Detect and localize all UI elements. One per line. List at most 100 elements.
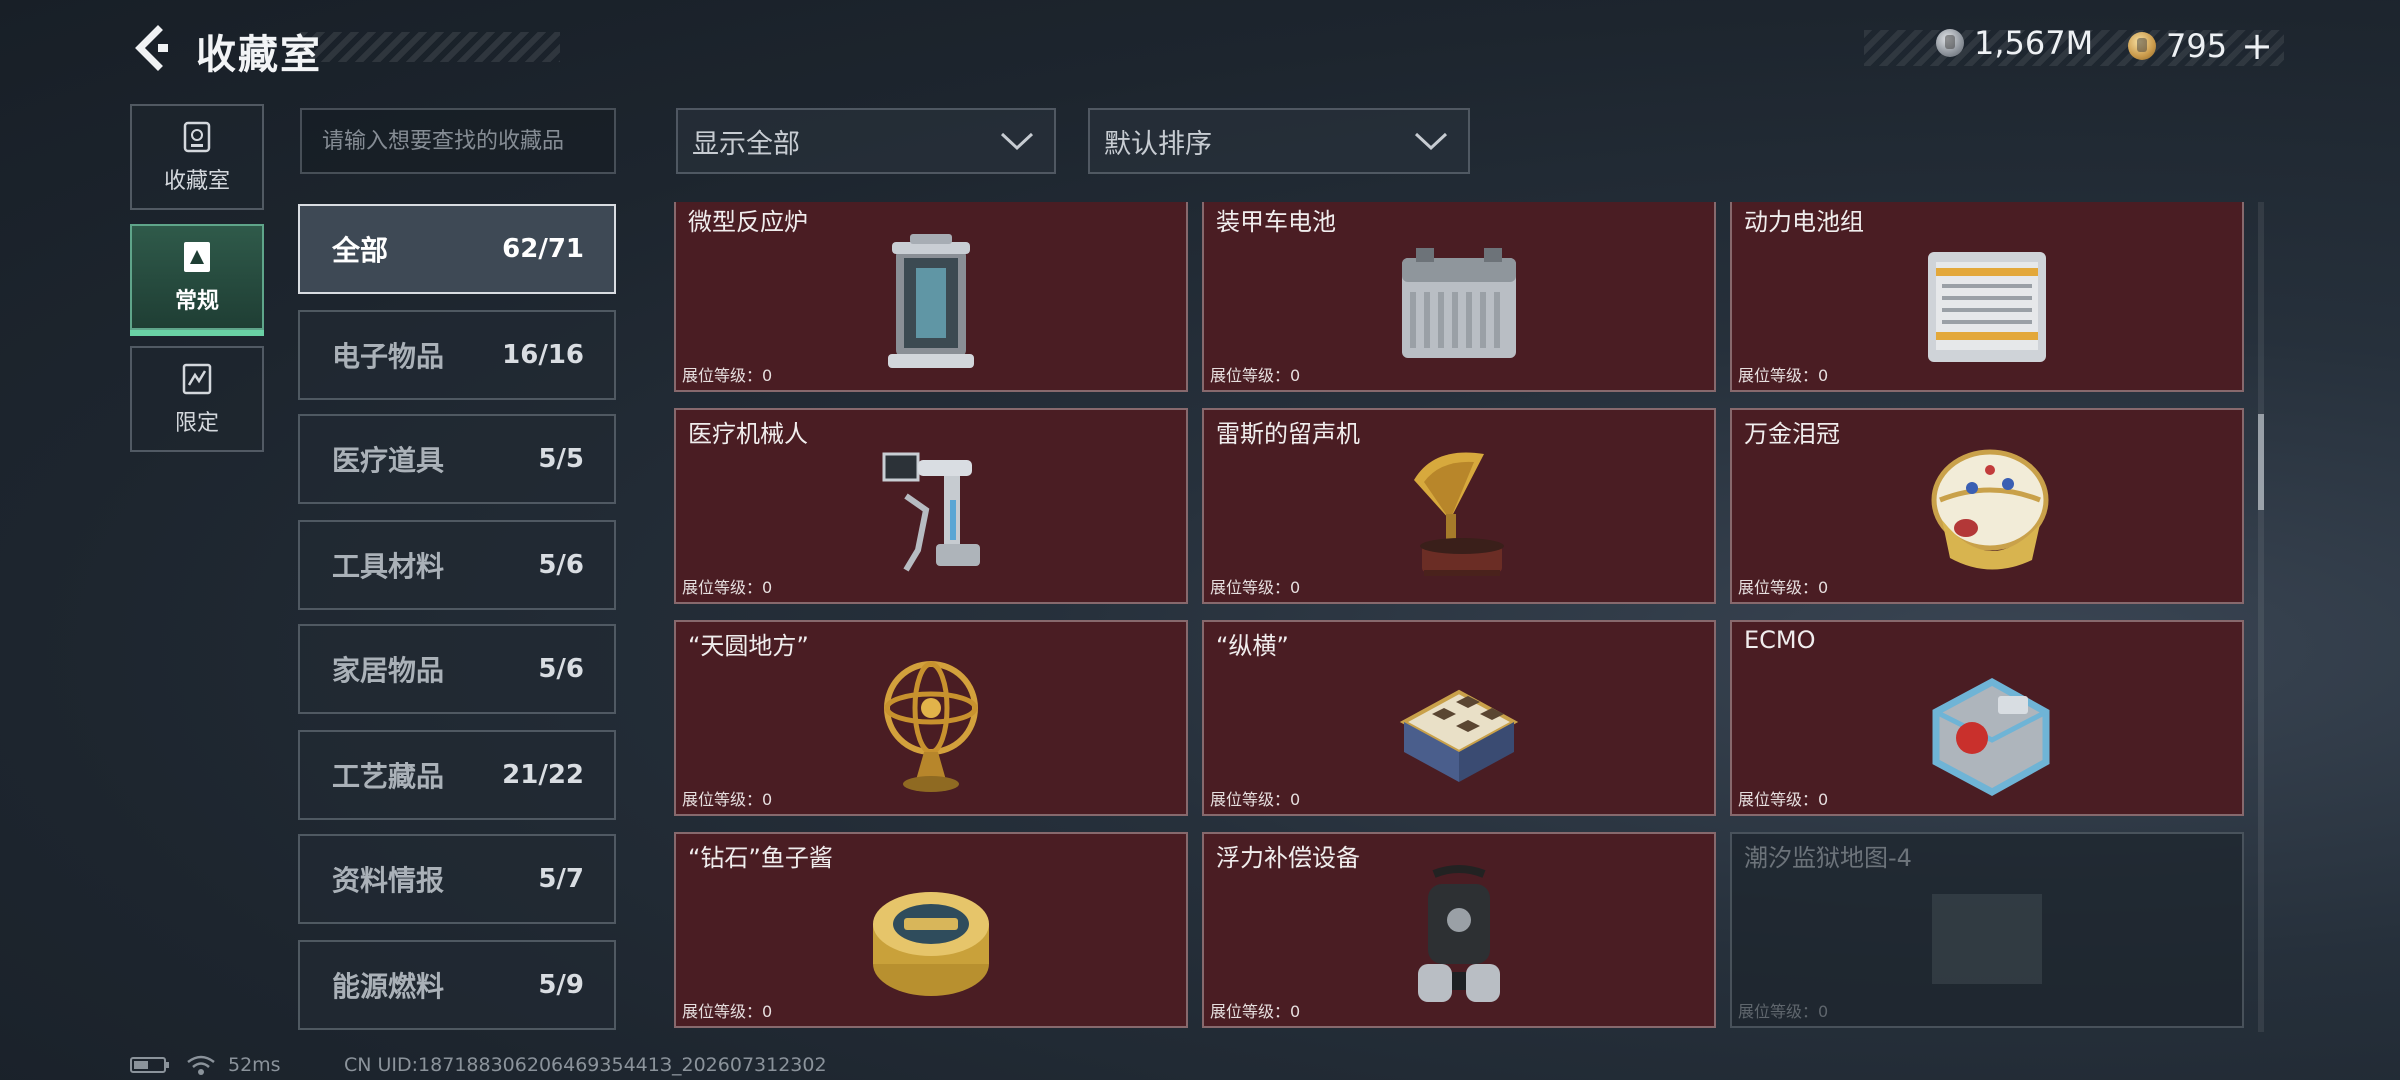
collection-card[interactable]: 浮力补偿设备 展位等级：0 bbox=[1202, 832, 1716, 1028]
booth-level-value: 0 bbox=[762, 790, 773, 809]
item-name: 雷斯的留声机 bbox=[1216, 420, 1360, 448]
category-count: 5/5 bbox=[538, 444, 584, 474]
collection-card[interactable]: “钻石”鱼子酱 展位等级：0 bbox=[674, 832, 1188, 1028]
category-name: 家居物品 bbox=[332, 654, 445, 687]
category-count: 21/22 bbox=[502, 760, 584, 790]
item-name: 医疗机械人 bbox=[688, 420, 808, 448]
category-household[interactable]: 家居物品 5/6 bbox=[298, 624, 616, 714]
booth-level-value: 0 bbox=[1290, 578, 1301, 597]
booth-level-value: 0 bbox=[1818, 578, 1829, 597]
collection-card[interactable]: “纵横” 展位等级：0 bbox=[1202, 620, 1716, 816]
item-name: 动力电池组 bbox=[1744, 208, 1864, 236]
category-name: 资料情报 bbox=[332, 864, 445, 897]
search-input[interactable] bbox=[300, 108, 616, 174]
collection-card[interactable]: ECMO 展位等级：0 bbox=[1730, 620, 2244, 816]
collection-grid: 微型反应炉 展位等级：0 装甲车电池 展位等级：0 动力电池组 展位等级：0 医… bbox=[674, 202, 2244, 1036]
booth-level: 展位等级：0 bbox=[682, 574, 772, 598]
booth-level-label: 展位等级： bbox=[1210, 578, 1291, 597]
nav-tab-collection-room[interactable]: 收藏室 bbox=[130, 104, 264, 210]
collection-card[interactable]: 微型反应炉 展位等级：0 bbox=[674, 202, 1188, 392]
booth-level-label: 展位等级： bbox=[682, 1002, 763, 1021]
booth-level-label: 展位等级： bbox=[682, 790, 763, 809]
booth-level: 展位等级：0 bbox=[1210, 574, 1300, 598]
item-name: 装甲车电池 bbox=[1216, 208, 1336, 236]
collection-card[interactable]: 动力电池组 展位等级：0 bbox=[1730, 202, 2244, 392]
booth-level-label: 展位等级： bbox=[1738, 366, 1819, 385]
collection-card[interactable]: “天圆地方” 展位等级：0 bbox=[674, 620, 1188, 816]
booth-level: 展位等级：0 bbox=[1738, 786, 1828, 810]
gold-currency[interactable]: 795 + bbox=[2128, 24, 2273, 68]
chess-box-icon bbox=[1399, 689, 1519, 782]
collection-card-locked[interactable]: 潮汐监狱地图-4 展位等级：0 bbox=[1730, 832, 2244, 1028]
booth-level-value: 0 bbox=[762, 578, 773, 597]
active-tab-indicator bbox=[130, 330, 264, 336]
buoyancy-compensator-icon bbox=[1418, 865, 1500, 1002]
show-filter-value: 显示全部 bbox=[692, 128, 800, 160]
booth-level-label: 展位等级： bbox=[1738, 1002, 1819, 1021]
nav-tab-label: 收藏室 bbox=[163, 169, 230, 194]
item-name: 微型反应炉 bbox=[688, 208, 808, 236]
collection-card[interactable]: 医疗机械人 展位等级：0 bbox=[674, 408, 1188, 604]
sort-dropdown[interactable]: 默认排序 bbox=[1088, 108, 1470, 174]
category-electronics[interactable]: 电子物品 16/16 bbox=[298, 310, 616, 400]
booth-level-value: 0 bbox=[1818, 366, 1829, 385]
booth-level: 展位等级：0 bbox=[1210, 362, 1300, 386]
collection-card[interactable]: 装甲车电池 展位等级：0 bbox=[1202, 202, 1716, 392]
status-bar: 52ms bbox=[130, 1054, 281, 1076]
nav-tab-regular[interactable]: 常规 bbox=[130, 224, 264, 336]
silver-coin-icon bbox=[1936, 29, 1964, 57]
booth-level-label: 展位等级： bbox=[682, 366, 763, 385]
category-intel[interactable]: 资料情报 5/7 bbox=[298, 834, 616, 924]
category-count: 5/6 bbox=[538, 654, 584, 684]
grid-scrollbar[interactable] bbox=[2258, 202, 2264, 1032]
item-name: 浮力补偿设备 bbox=[1216, 844, 1360, 872]
item-name: “天圆地方” bbox=[688, 632, 809, 660]
add-currency-button[interactable]: + bbox=[2241, 24, 2273, 68]
nav-tab-label: 限定 bbox=[174, 411, 219, 436]
regular-icon bbox=[184, 242, 210, 272]
jeweled-egg-crown-icon bbox=[1931, 449, 2049, 570]
booth-level: 展位等级：0 bbox=[1738, 574, 1828, 598]
item-name: “纵横” bbox=[1216, 632, 1289, 660]
category-count: 62/71 bbox=[502, 234, 584, 264]
silver-currency-value: 1,567M bbox=[1974, 24, 2094, 62]
back-button[interactable] bbox=[128, 24, 176, 72]
collection-card[interactable]: 万金泪冠 展位等级：0 bbox=[1730, 408, 2244, 604]
booth-level: 展位等级：0 bbox=[1738, 362, 1828, 386]
booth-level-value: 0 bbox=[762, 366, 773, 385]
collection-room-icon bbox=[183, 121, 211, 153]
category-count: 5/6 bbox=[538, 550, 584, 580]
booth-level-label: 展位等级： bbox=[1738, 578, 1819, 597]
category-all[interactable]: 全部 62/71 bbox=[298, 204, 616, 294]
category-count: 16/16 bbox=[502, 340, 584, 370]
show-filter-dropdown[interactable]: 显示全部 bbox=[676, 108, 1056, 174]
category-count: 5/9 bbox=[538, 970, 584, 1000]
gramophone-icon bbox=[1414, 452, 1504, 576]
booth-level-value: 0 bbox=[1818, 790, 1829, 809]
caviar-tin-icon bbox=[873, 892, 989, 996]
ecmo-machine-icon bbox=[1932, 678, 2050, 796]
category-name: 能源燃料 bbox=[332, 970, 445, 1003]
gold-coin-icon bbox=[2128, 32, 2156, 60]
title-stripe-decoration bbox=[300, 32, 560, 62]
nav-tab-limited[interactable]: 限定 bbox=[130, 346, 264, 452]
collection-card[interactable]: 雷斯的留声机 展位等级：0 bbox=[1202, 408, 1716, 604]
power-battery-pack-icon bbox=[1928, 252, 2046, 362]
category-name: 医疗道具 bbox=[332, 444, 445, 477]
silver-currency: 1,567M bbox=[1936, 24, 2093, 62]
category-name: 工艺藏品 bbox=[332, 760, 445, 793]
category-crafts[interactable]: 工艺藏品 21/22 bbox=[298, 730, 616, 820]
grid-scrollbar-thumb[interactable] bbox=[2258, 414, 2264, 510]
booth-level: 展位等级：0 bbox=[682, 362, 772, 386]
category-name: 电子物品 bbox=[332, 340, 445, 373]
wifi-icon bbox=[187, 1055, 215, 1075]
category-name: 全部 bbox=[332, 234, 389, 267]
booth-level: 展位等级：0 bbox=[1210, 998, 1300, 1022]
booth-level: 展位等级：0 bbox=[682, 786, 772, 810]
category-medical[interactable]: 医疗道具 5/5 bbox=[298, 414, 616, 504]
category-energy[interactable]: 能源燃料 5/9 bbox=[298, 940, 616, 1030]
chevron-down-icon bbox=[1000, 132, 1034, 151]
item-name: 潮汐监狱地图-4 bbox=[1744, 844, 1912, 872]
category-tools[interactable]: 工具材料 5/6 bbox=[298, 520, 616, 610]
gold-currency-value: 795 bbox=[2166, 27, 2228, 65]
